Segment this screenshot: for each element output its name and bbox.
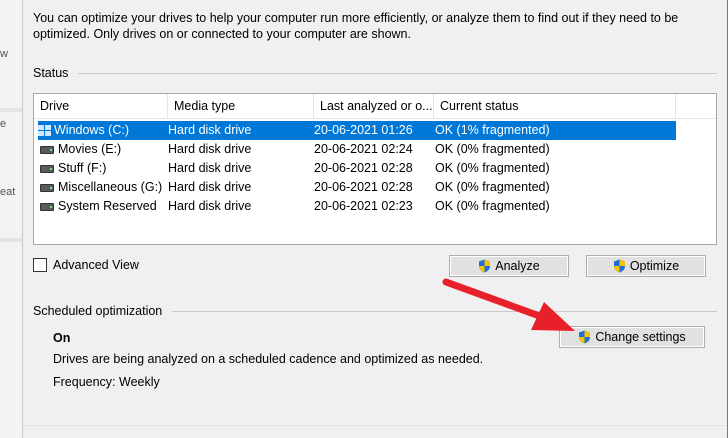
dialog-bottom-bar bbox=[23, 425, 727, 438]
background-text: w bbox=[0, 48, 8, 60]
last-analyzed: 20-06-2021 02:23 bbox=[314, 199, 413, 213]
hard-drive-icon bbox=[40, 145, 54, 154]
media-type: Hard disk drive bbox=[168, 161, 252, 175]
background-divider bbox=[0, 108, 22, 112]
drives-list[interactable]: Drive Media type Last analyzed or o... C… bbox=[33, 93, 717, 245]
uac-shield-icon bbox=[479, 259, 491, 273]
table-row[interactable]: System Reserved Hard disk drive 20-06-20… bbox=[38, 197, 716, 216]
drive-name: Movies (E:) bbox=[58, 142, 122, 156]
status-group-header: Status bbox=[33, 66, 717, 80]
table-row[interactable]: Stuff (F:) Hard disk drive 20-06-2021 02… bbox=[38, 159, 716, 178]
advanced-view-checkbox[interactable]: Advanced View bbox=[33, 258, 139, 272]
schedule-state: On bbox=[53, 331, 71, 345]
optimize-label: Optimize bbox=[629, 259, 680, 273]
last-analyzed: 20-06-2021 01:26 bbox=[314, 123, 413, 137]
column-header-drive[interactable]: Drive bbox=[34, 94, 168, 118]
drive-name: Stuff (F:) bbox=[58, 161, 107, 175]
hard-drive-icon bbox=[40, 164, 54, 173]
current-status: OK (0% fragmented) bbox=[435, 161, 550, 175]
intro-text: You can optimize your drives to help you… bbox=[33, 11, 679, 41]
analyze-button[interactable]: Analyze bbox=[449, 255, 569, 277]
optimize-button[interactable]: Optimize bbox=[586, 255, 706, 277]
column-header-media-type[interactable]: Media type bbox=[168, 94, 314, 118]
last-analyzed: 20-06-2021 02:28 bbox=[314, 180, 413, 194]
background-text: e bbox=[0, 118, 7, 130]
last-analyzed: 20-06-2021 02:24 bbox=[314, 142, 413, 156]
column-header-current-status[interactable]: Current status bbox=[434, 94, 676, 118]
advanced-view-label: Advanced View bbox=[53, 258, 139, 272]
background-text: eat bbox=[0, 186, 16, 198]
status-label: Status bbox=[33, 66, 69, 80]
change-settings-label: Change settings bbox=[595, 330, 686, 344]
current-status: OK (1% fragmented) bbox=[435, 123, 550, 137]
media-type: Hard disk drive bbox=[168, 142, 252, 156]
change-settings-button[interactable]: Change settings bbox=[559, 326, 705, 348]
divider bbox=[78, 73, 717, 74]
optimize-drives-dialog: You can optimize your drives to help you… bbox=[22, 0, 728, 438]
drive-name: Miscellaneous (G:) bbox=[58, 180, 163, 194]
media-type: Hard disk drive bbox=[168, 123, 252, 137]
uac-shield-icon bbox=[579, 330, 591, 344]
scheduled-label: Scheduled optimization bbox=[33, 304, 163, 318]
analyze-label: Analyze bbox=[495, 259, 540, 273]
divider bbox=[172, 311, 717, 312]
scheduled-group-header: Scheduled optimization bbox=[33, 304, 717, 318]
schedule-description: Drives are being analyzed on a scheduled… bbox=[53, 352, 484, 366]
hard-drive-icon bbox=[40, 202, 54, 211]
drives-list-header: Drive Media type Last analyzed or o... C… bbox=[34, 94, 716, 119]
media-type: Hard disk drive bbox=[168, 180, 252, 194]
table-row[interactable]: Movies (E:) Hard disk drive 20-06-2021 0… bbox=[38, 140, 716, 159]
table-row[interactable]: Miscellaneous (G:) Hard disk drive 20-06… bbox=[38, 178, 716, 197]
schedule-frequency: Frequency: Weekly bbox=[53, 375, 160, 389]
background-window: w e eat bbox=[0, 0, 22, 438]
current-status: OK (0% fragmented) bbox=[435, 199, 550, 213]
column-header-last-analyzed[interactable]: Last analyzed or o... bbox=[314, 94, 434, 118]
checkbox-box[interactable] bbox=[33, 258, 47, 272]
media-type: Hard disk drive bbox=[168, 199, 252, 213]
windows-drive-icon bbox=[38, 125, 51, 136]
hard-drive-icon bbox=[40, 183, 54, 192]
uac-shield-icon bbox=[613, 259, 625, 273]
current-status: OK (0% fragmented) bbox=[435, 180, 550, 194]
current-status: OK (0% fragmented) bbox=[435, 142, 550, 156]
last-analyzed: 20-06-2021 02:28 bbox=[314, 161, 413, 175]
drive-name: Windows (C:) bbox=[54, 123, 130, 137]
table-row[interactable]: Windows (C:) Hard disk drive 20-06-2021 … bbox=[38, 121, 676, 140]
drive-name: System Reserved bbox=[58, 199, 157, 213]
background-divider bbox=[0, 238, 22, 242]
